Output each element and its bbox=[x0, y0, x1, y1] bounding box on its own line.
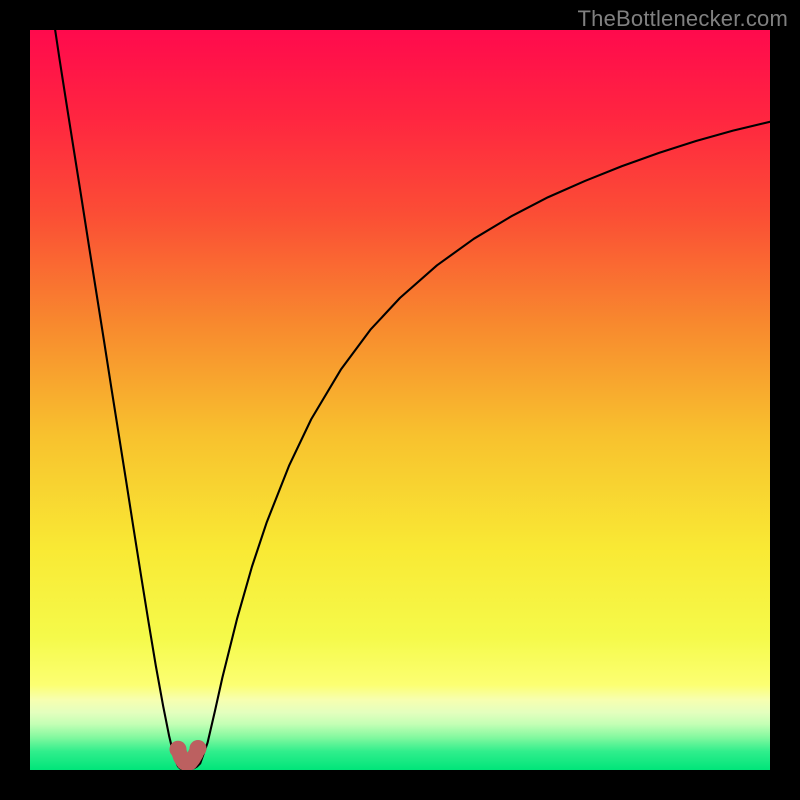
gradient-background bbox=[30, 30, 770, 770]
plot-area bbox=[30, 30, 770, 770]
chart-svg bbox=[30, 30, 770, 770]
marker-min-left bbox=[169, 741, 186, 758]
marker-min-right bbox=[189, 740, 206, 757]
watermark-text: TheBottlenecker.com bbox=[578, 6, 788, 32]
chart-frame: TheBottlenecker.com bbox=[0, 0, 800, 800]
